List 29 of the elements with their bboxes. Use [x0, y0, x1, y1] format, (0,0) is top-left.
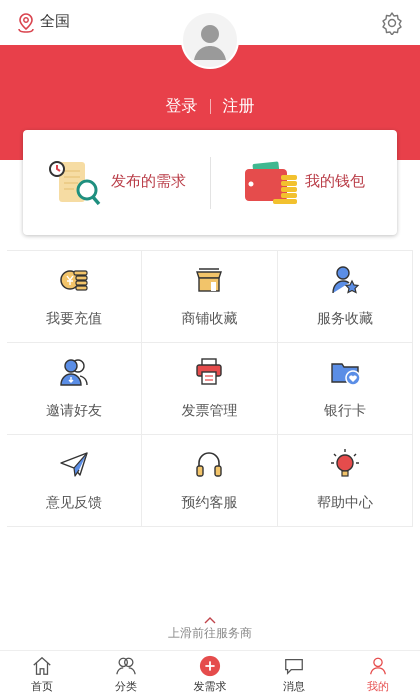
wallet-button[interactable]: 我的钱包 — [210, 160, 397, 204]
home-icon — [31, 655, 53, 678]
people-icon — [115, 655, 137, 678]
menu-tile[interactable]: 服务收藏 — [278, 251, 413, 343]
shortcut-label: 我的钱包 — [304, 172, 365, 192]
tab[interactable]: 发需求 — [168, 651, 252, 700]
menu-tile[interactable]: 银行卡 — [278, 343, 413, 435]
chevron-up-icon — [204, 616, 216, 624]
shortcut-label: 发布的需求 — [110, 172, 186, 192]
tab[interactable]: 分类 — [84, 651, 168, 700]
menu-tile[interactable]: 发票管理 — [142, 343, 278, 435]
settings-icon[interactable] — [380, 10, 404, 34]
menu-tile[interactable]: 商铺收藏 — [142, 251, 278, 343]
location-label[interactable]: 全国 — [40, 11, 70, 34]
swipe-hint: 上滑前往服务商 — [168, 625, 252, 642]
menu-tile[interactable]: 我要充值 — [7, 251, 142, 343]
login-link[interactable]: 登录 — [166, 94, 198, 118]
register-link[interactable]: 注册 — [222, 94, 254, 118]
menu-tile[interactable]: 预约客服 — [142, 435, 278, 527]
menu-tile[interactable]: 帮助中心 — [278, 435, 413, 527]
tab[interactable]: 首页 — [0, 651, 84, 700]
location-pin-icon[interactable] — [16, 12, 36, 34]
menu-tile[interactable]: 邀请好友 — [7, 343, 142, 435]
tab[interactable]: 消息 — [252, 651, 336, 700]
plus-circle-icon — [199, 655, 221, 678]
person-icon — [367, 655, 389, 678]
tab[interactable]: 我的 — [336, 651, 420, 700]
menu-tile[interactable]: 意见反馈 — [7, 435, 142, 527]
published-demands-button[interactable]: 发布的需求 — [23, 156, 210, 208]
